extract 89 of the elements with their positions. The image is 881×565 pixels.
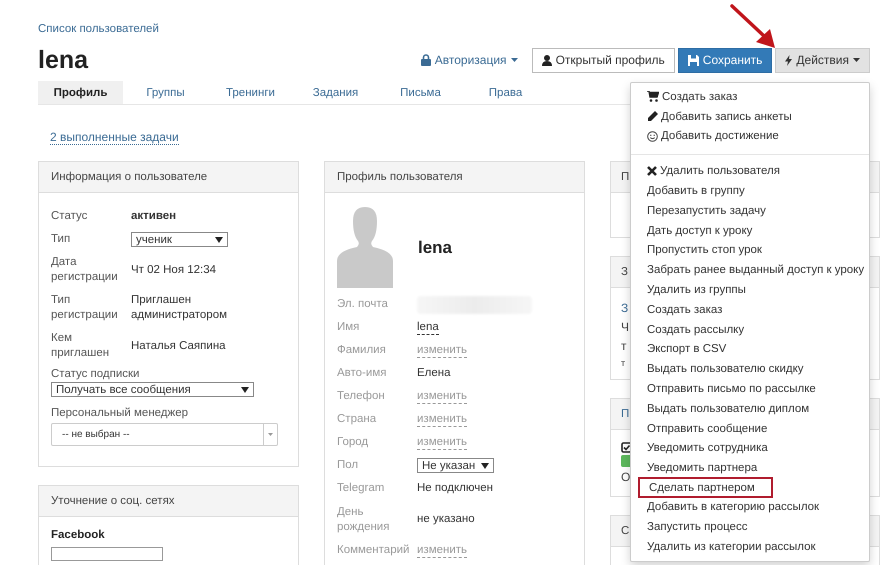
profile-tab[interactable]: Профиль	[38, 81, 123, 104]
field-label: Страна	[337, 412, 378, 427]
field-value: Приглашен администратором	[131, 293, 228, 323]
profile-tab[interactable]: Тренинги	[208, 81, 293, 104]
profile-tab[interactable]: Задания	[293, 81, 378, 104]
caret-icon	[268, 433, 273, 436]
field-label: Статус подписки	[51, 367, 140, 382]
field-label: Город	[337, 435, 370, 450]
dropdown-triangle-icon	[481, 462, 490, 468]
profile-tab[interactable]: Письма	[378, 81, 463, 104]
field-label: Комментарий	[337, 543, 410, 558]
profile-tab[interactable]: Права	[463, 81, 548, 104]
authorization-dropdown[interactable]: Авторизация	[420, 53, 518, 67]
menu-item[interactable]: Добавить достижение	[631, 126, 869, 146]
manager-select[interactable]: -- не выбран --	[51, 423, 278, 446]
menu-item[interactable]: Запустить процесс	[631, 516, 869, 537]
pencil-icon	[647, 111, 658, 122]
menu-item[interactable]: Перезапустить задачу	[631, 200, 869, 221]
menu-item[interactable]: Экспорт в CSV	[631, 340, 869, 360]
smile-icon	[647, 130, 658, 142]
input-field[interactable]	[51, 547, 163, 561]
menu-item[interactable]: Создать заказ	[631, 87, 869, 107]
field-label: Телефон	[337, 389, 386, 404]
lightning-icon	[785, 54, 792, 66]
menu-item[interactable]: Забрать ранее выданный доступ к уроку	[631, 260, 869, 280]
side-text: Ч	[621, 319, 629, 336]
dropdown-triangle-icon	[215, 236, 223, 242]
field-label: Telegram	[337, 481, 386, 496]
field-label: Эл. почта	[337, 297, 389, 312]
lock-icon	[420, 54, 431, 66]
subscription-select[interactable]: Получать все сообщения	[51, 382, 254, 397]
side-text: О	[621, 469, 630, 486]
field-label: Тип регистрации	[51, 293, 119, 323]
dropdown-triangle-icon	[241, 386, 249, 392]
save-button[interactable]: Сохранить	[678, 48, 772, 72]
panel-title: Уточнение о соц. сетях	[39, 486, 298, 517]
field-label: Персональный менеджер	[51, 406, 190, 421]
user-icon	[542, 54, 552, 66]
avatar-silhouette-icon	[337, 207, 393, 288]
field-value: не указано	[417, 512, 476, 527]
menu-item[interactable]: Удалить пользователя	[631, 161, 869, 182]
caret-icon	[510, 58, 518, 62]
menu-item[interactable]: Уведомить сотрудника	[631, 438, 869, 458]
open-profile-button[interactable]: Открытый профиль	[532, 48, 675, 72]
field-value: Елена	[417, 366, 452, 381]
cart-icon	[647, 91, 659, 102]
close-icon	[647, 166, 657, 176]
field-label: День рождения	[337, 504, 390, 534]
gender-select[interactable]: Не указан	[417, 458, 494, 473]
field-label: Дата регистрации	[51, 255, 119, 285]
field-label: Имя	[337, 320, 360, 335]
field-label: Авто-имя	[337, 366, 388, 381]
side-text: т	[621, 338, 626, 355]
side-note: т	[621, 357, 626, 369]
name-link[interactable]: lena	[417, 320, 439, 335]
menu-item[interactable]: Добавить в категорию рассылок	[631, 497, 869, 517]
field-label: Пол	[337, 458, 360, 473]
menu-item[interactable]: Создать заказ	[631, 300, 869, 320]
network-label: Facebook	[51, 529, 106, 541]
field-value: Не подключен	[417, 481, 494, 496]
field-label: Кем приглашен	[51, 331, 110, 361]
checkbox-icon	[621, 442, 632, 453]
menu-item[interactable]: Создать рассылку	[631, 320, 869, 340]
menu-item[interactable]: Выдать пользователю скидку	[631, 359, 869, 380]
menu-item[interactable]: Отправить письмо по рассылке	[631, 379, 869, 399]
field-label: Фамилия	[337, 343, 387, 358]
breadcrumb-link[interactable]: Список пользователей	[38, 22, 159, 36]
actions-dropdown-button[interactable]: Действия	[775, 48, 870, 72]
status-value: активен	[131, 209, 178, 224]
panel-title: Профиль пользователя	[325, 162, 584, 193]
menu-item[interactable]: Дать доступ к уроку	[631, 220, 869, 241]
panel-title: Информация о пользователе	[39, 162, 298, 193]
field-label: Статус	[51, 209, 88, 224]
field-value: Чт 02 Ноя 12:34	[131, 262, 218, 278]
caret-icon	[853, 58, 860, 62]
field-value: Наталья Саяпина	[131, 338, 227, 354]
page-title: lena	[38, 47, 88, 73]
menu-item[interactable]: Сделать партнером	[638, 477, 773, 498]
profile-name: lena	[418, 238, 452, 258]
type-select[interactable]: ученик	[131, 232, 228, 247]
annotation-arrow	[728, 2, 778, 50]
completed-tasks-link[interactable]: 2 выполненные задачи	[50, 130, 179, 145]
menu-item[interactable]: Добавить запись анкеты	[631, 106, 869, 127]
menu-item[interactable]: Выдать пользователю диплом	[631, 398, 869, 419]
menu-item[interactable]: Отправить сообщение	[631, 418, 869, 439]
menu-item[interactable]: Уведомить партнера	[631, 458, 869, 478]
profile-tab[interactable]: Группы	[123, 81, 208, 104]
side-link[interactable]: З	[621, 300, 628, 317]
field-label: Тип	[51, 232, 72, 247]
